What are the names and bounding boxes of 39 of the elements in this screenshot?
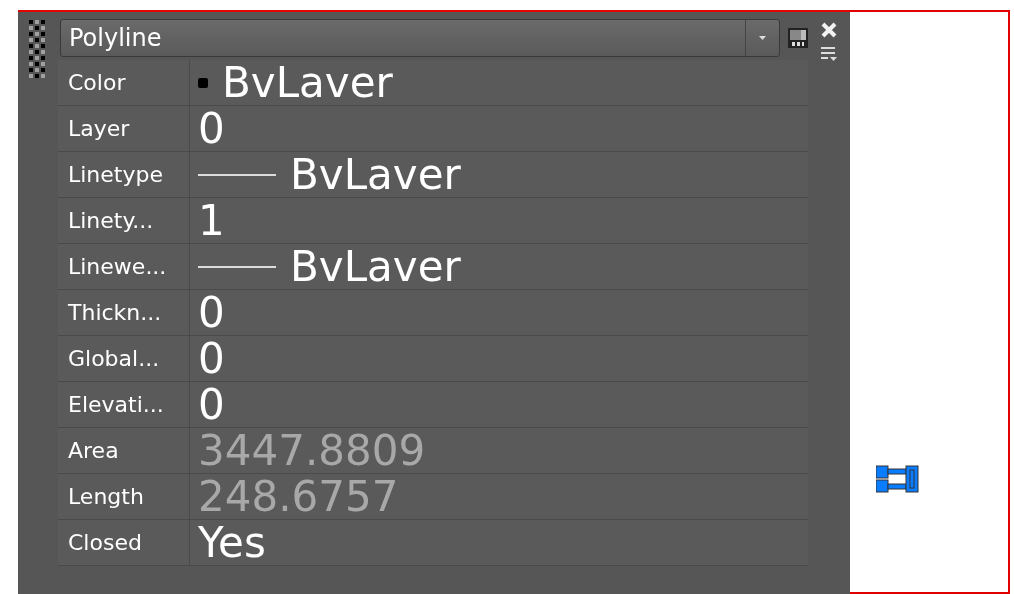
property-row[interactable]: Elevati... 0 (58, 382, 808, 428)
menu-icon[interactable] (821, 46, 837, 62)
property-value: BvLaver (222, 60, 393, 105)
property-label: Closed (58, 520, 190, 565)
property-value: BvLaver (290, 152, 461, 197)
close-icon[interactable] (821, 22, 837, 38)
property-label: Linetype (58, 152, 190, 197)
property-value: 1 (198, 198, 225, 243)
property-label: Linety... (58, 198, 190, 243)
caret-icon (759, 36, 766, 40)
property-value: 248.6757 (198, 474, 399, 519)
property-row[interactable]: Global... 0 (58, 336, 808, 382)
property-value: 0 (198, 106, 225, 151)
property-label: Color (58, 60, 190, 105)
property-label: Area (58, 428, 190, 473)
property-row[interactable]: Linety... 1 (58, 198, 808, 244)
property-value: 0 (198, 290, 225, 335)
line-sample-icon (198, 265, 276, 268)
property-label: Layer (58, 106, 190, 151)
cui-icon[interactable] (788, 28, 808, 48)
property-value: 3447.8809 (198, 428, 426, 473)
property-row[interactable]: Color BvLaver (58, 60, 808, 106)
line-sample-icon (198, 173, 276, 176)
property-value: 0 (198, 382, 225, 427)
property-label: Global... (58, 336, 190, 381)
property-label: Linewe... (58, 244, 190, 289)
property-row[interactable]: Linetype BvLaver (58, 152, 808, 198)
property-value: BvLaver (290, 244, 461, 289)
property-row[interactable]: Closed Yes (58, 520, 808, 566)
property-label: Elevati... (58, 382, 190, 427)
property-value: Yes (198, 520, 266, 565)
property-label: Length (58, 474, 190, 519)
polyline-grips-icon (876, 464, 920, 494)
property-row[interactable]: Linewe... BvLaver (58, 244, 808, 290)
property-value: 0 (198, 336, 225, 381)
property-label: Thickn... (58, 290, 190, 335)
property-row[interactable]: Layer 0 (58, 106, 808, 152)
property-row[interactable]: Thickn... 0 (58, 290, 808, 336)
object-type-dropdown[interactable]: Polyline (60, 19, 780, 57)
